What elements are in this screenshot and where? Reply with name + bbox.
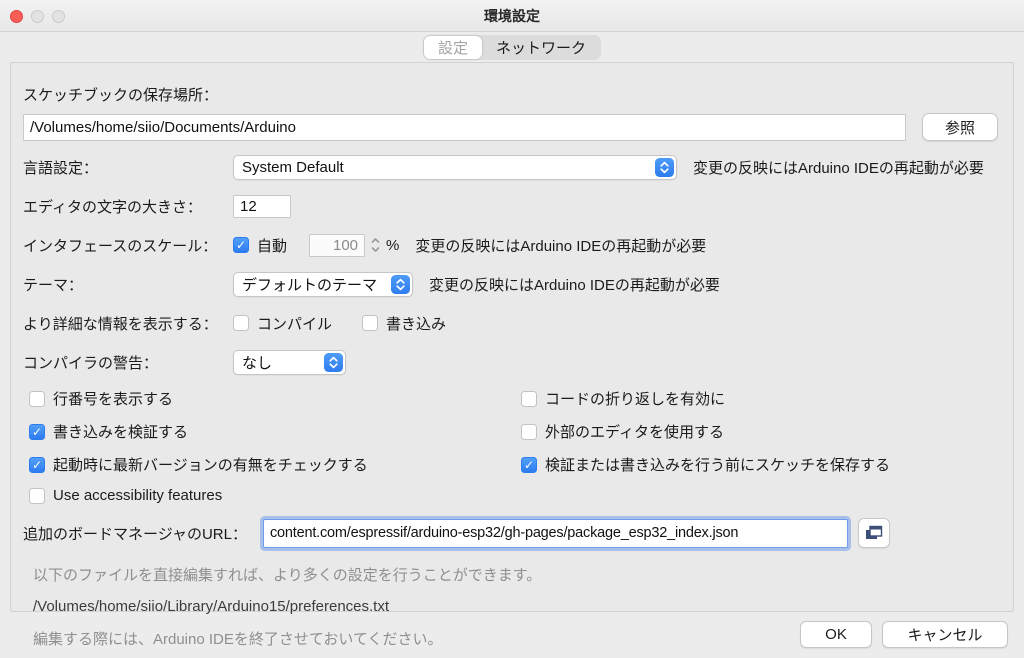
check-updates-checkbox[interactable]: ✓ [29,457,45,473]
theme-select[interactable]: デフォルトのテーマ [233,272,413,297]
chevron-up-down-icon [655,158,674,177]
verify-upload-label: 書き込みを検証する [53,421,188,442]
checkmark-icon: ✓ [524,459,534,471]
option-verify-upload: ✓ 書き込みを検証する [29,421,521,442]
code-folding-label: コードの折り返しを有効に [545,388,725,409]
option-check-updates: ✓ 起動時に最新バージョンの有無をチェックする [29,454,521,475]
scale-auto-label: 自動 [257,235,287,256]
settings-panel: スケッチブックの保存場所： 参照 言語設定： System Default 変更… [10,62,1014,612]
tab-segmented-control: 設定 ネットワーク [423,35,601,60]
compiler-warnings-select[interactable]: なし [233,350,346,375]
interface-scale-label: インタフェースのスケール： [23,235,233,256]
code-folding-checkbox[interactable]: ✓ [521,391,537,407]
sketchbook-location-input[interactable] [23,114,906,141]
scale-auto-checkbox-item: ✓ 自動 [233,235,287,256]
board-manager-url-label: 追加のボードマネージャのURL： [23,523,263,544]
window-controls [10,10,65,23]
scale-restart-note: 変更の反映にはArduino IDEの再起動が必要 [415,235,706,256]
accessibility-label: Use accessibility features [53,487,222,504]
new-window-icon [865,525,883,541]
option-line-numbers: ✓ 行番号を表示する [29,388,521,409]
external-editor-label: 外部のエディタを使用する [545,421,724,442]
compiler-warnings-selected-value: なし [234,352,280,373]
language-select[interactable]: System Default [233,155,677,180]
checkmark-icon: ✓ [236,239,246,251]
edit-file-note: 以下のファイルを直接編集すれば、より多くの設定を行うことができます。 [33,564,1001,585]
language-restart-note: 変更の反映にはArduino IDEの再起動が必要 [693,157,984,178]
checkmark-icon: ✓ [32,426,42,438]
close-button[interactable] [10,10,23,23]
line-numbers-checkbox[interactable]: ✓ [29,391,45,407]
verify-upload-checkbox[interactable]: ✓ [29,424,45,440]
option-code-folding: ✓ コードの折り返しを有効に [521,388,1001,409]
verbose-output-label: より詳細な情報を表示する： [23,313,233,334]
compiler-warnings-label: コンパイラの警告： [23,352,233,373]
theme-label: テーマ： [23,274,233,295]
minimize-button [31,10,44,23]
verbose-upload-checkbox[interactable]: ✓ [362,315,378,331]
title-bar: 環境設定 [0,0,1024,32]
browse-button[interactable]: 参照 [922,113,998,141]
check-updates-label: 起動時に最新バージョンの有無をチェックする [53,454,368,475]
scale-auto-checkbox[interactable]: ✓ [233,237,249,253]
save-before-verify-label: 検証または書き込みを行う前にスケッチを保存する [545,454,890,475]
verbose-compile-label: コンパイル [257,313,332,334]
theme-selected-value: デフォルトのテーマ [234,274,385,295]
accessibility-checkbox[interactable]: ✓ [29,488,45,504]
board-manager-url-input[interactable] [263,519,848,548]
ok-button[interactable]: OK [800,621,872,648]
chevron-up-down-icon [391,275,410,294]
preferences-window: 環境設定 設定 ネットワーク スケッチブックの保存場所： 参照 言語設定： Sy… [0,0,1024,658]
language-label: 言語設定： [23,157,233,178]
dialog-buttons: OK キャンセル [800,621,1008,648]
cancel-button[interactable]: キャンセル [882,621,1008,648]
verbose-upload-item: ✓ 書き込み [362,313,446,334]
theme-restart-note: 変更の反映にはArduino IDEの再起動が必要 [429,274,720,295]
chevron-up-down-icon [324,353,343,372]
sketchbook-location-label: スケッチブックの保存場所： [23,84,233,105]
stepper-icon[interactable] [368,236,383,254]
option-external-editor: ✓ 外部のエディタを使用する [521,421,1001,442]
language-selected-value: System Default [234,159,352,176]
board-urls-dialog-button[interactable] [858,518,890,548]
zoom-button [52,10,65,23]
options-grid: ✓ 行番号を表示する ✓ コードの折り返しを有効に ✓ 書き込みを検証する ✓ … [29,388,1001,504]
checkmark-icon: ✓ [32,459,42,471]
option-save-before-verify: ✓ 検証または書き込みを行う前にスケッチを保存する [521,454,1001,475]
tab-network[interactable]: ネットワーク [482,36,600,59]
window-title: 環境設定 [484,6,540,26]
scale-value-input [309,234,365,257]
verbose-compile-item: ✓ コンパイル [233,313,332,334]
verbose-upload-label: 書き込み [386,313,446,334]
external-editor-checkbox[interactable]: ✓ [521,424,537,440]
save-before-verify-checkbox[interactable]: ✓ [521,457,537,473]
scale-percent-label: % [386,237,399,254]
line-numbers-label: 行番号を表示する [53,388,173,409]
option-accessibility: ✓ Use accessibility features [29,487,521,504]
verbose-compile-checkbox[interactable]: ✓ [233,315,249,331]
preferences-file-path: /Volumes/home/siio/Library/Arduino15/pre… [33,598,1001,615]
editor-font-size-label: エディタの文字の大きさ： [23,196,233,217]
tab-strip: 設定 ネットワーク [0,32,1024,62]
tab-settings[interactable]: 設定 [424,36,482,59]
editor-font-size-input[interactable] [233,195,291,218]
